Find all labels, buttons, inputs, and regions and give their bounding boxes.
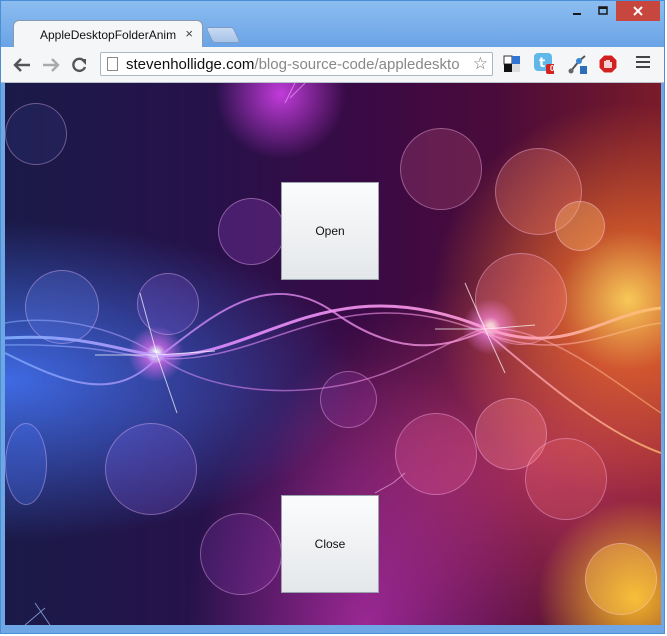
tab-title: AppleDesktopFolderAnim bbox=[40, 28, 177, 42]
close-button[interactable]: Close bbox=[281, 495, 379, 593]
svg-text:t: t bbox=[539, 56, 545, 71]
delicious-extension-icon[interactable] bbox=[502, 54, 522, 74]
url-host: stevenhollidge.com bbox=[126, 56, 255, 73]
adblock-extension-icon[interactable] bbox=[598, 54, 618, 74]
network-extension-icon[interactable] bbox=[567, 54, 587, 74]
twitter-extension-icon[interactable]: t 0 bbox=[534, 53, 555, 74]
maximize-icon[interactable] bbox=[590, 1, 616, 21]
page-content: Open Close bbox=[5, 83, 661, 625]
chrome-menu-icon[interactable] bbox=[636, 56, 650, 70]
browser-toolbar: stevenhollidge.com/blog-source-code/appl… bbox=[1, 47, 664, 83]
window-controls bbox=[564, 1, 660, 23]
url-path: /blog-source-code/appledeskto bbox=[254, 56, 460, 73]
back-icon[interactable] bbox=[10, 53, 34, 77]
browser-window: AppleDesktopFolderAnim × stevenhollidge.… bbox=[0, 0, 665, 634]
forward-icon[interactable] bbox=[39, 53, 63, 77]
open-button[interactable]: Open bbox=[281, 182, 379, 280]
reload-icon[interactable] bbox=[67, 53, 91, 77]
tab-active[interactable]: AppleDesktopFolderAnim × bbox=[13, 20, 203, 48]
window-close-icon[interactable] bbox=[616, 1, 660, 21]
page-icon bbox=[107, 57, 118, 71]
url-text[interactable]: stevenhollidge.com/blog-source-code/appl… bbox=[126, 56, 466, 73]
twitter-badge: 0 bbox=[550, 64, 555, 73]
bookmark-star-icon[interactable]: ☆ bbox=[473, 54, 488, 74]
minimize-icon[interactable] bbox=[564, 1, 590, 21]
tab-close-icon[interactable]: × bbox=[185, 26, 193, 41]
new-tab-button[interactable] bbox=[205, 27, 241, 43]
title-bar: AppleDesktopFolderAnim × bbox=[1, 1, 664, 48]
address-bar[interactable]: stevenhollidge.com/blog-source-code/appl… bbox=[100, 52, 493, 76]
